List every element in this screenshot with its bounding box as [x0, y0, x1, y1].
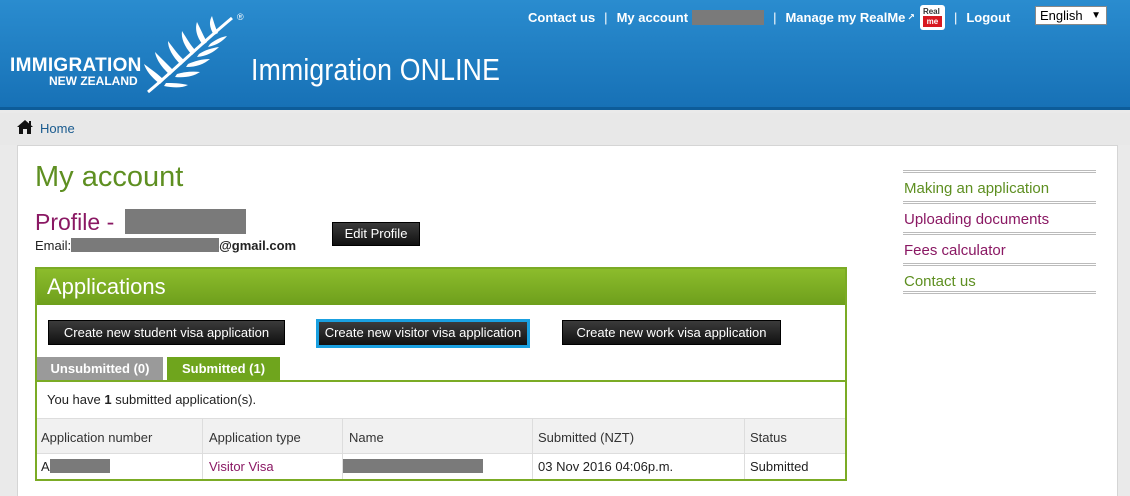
- registered-mark: ®: [237, 12, 244, 22]
- logout-link[interactable]: Logout: [966, 10, 1010, 25]
- redacted-profile-name: [124, 209, 246, 234]
- applicant-name: [343, 459, 483, 474]
- site-header: IMMIGRATION NEW ZEALAND ® Immigration ON…: [0, 0, 1130, 110]
- profile-heading: Profile -: [35, 209, 246, 236]
- tab-submitted[interactable]: Submitted (1): [167, 357, 280, 380]
- realme-logo-icon[interactable]: Real me: [919, 4, 945, 30]
- redacted-applicant-name: [343, 459, 483, 473]
- column-application-type: Application type: [209, 430, 301, 445]
- redacted-username: [692, 9, 765, 25]
- email-domain: @gmail.com: [219, 238, 297, 253]
- logo-new-zealand[interactable]: NEW ZEALAND: [49, 74, 138, 88]
- submitted-summary: You have 1 submitted application(s).: [47, 392, 257, 407]
- nav-separator: |: [953, 9, 958, 25]
- language-value: English: [1040, 8, 1083, 23]
- contact-us-link[interactable]: Contact us: [528, 10, 595, 25]
- silver-fern-icon: [144, 16, 233, 94]
- column-name: Name: [349, 430, 384, 445]
- column-submitted: Submitted (NZT): [538, 430, 635, 445]
- applications-heading: Applications: [37, 269, 845, 305]
- create-visitor-visa-button[interactable]: Create new visitor visa application: [316, 319, 530, 348]
- sidebar-item-contact-us[interactable]: Contact us: [903, 263, 1096, 294]
- submitted-count: 1: [104, 392, 112, 407]
- sidebar-item-uploading-documents[interactable]: Uploading documents: [903, 201, 1096, 232]
- home-icon[interactable]: [16, 119, 34, 135]
- chevron-down-icon: ▼: [1091, 10, 1101, 21]
- create-student-visa-button[interactable]: Create new student visa application: [48, 320, 285, 345]
- application-status: Submitted: [750, 459, 809, 474]
- breadcrumb-home-link[interactable]: Home: [40, 121, 75, 136]
- email-label: Email:: [35, 238, 72, 253]
- app-title: Immigration ONLINE: [251, 52, 501, 87]
- sidebar-links: Making an application Uploading document…: [903, 170, 1096, 294]
- applications-box: Applications Create new student visa app…: [35, 267, 847, 481]
- sidebar-item-fees-calculator[interactable]: Fees calculator: [903, 232, 1096, 263]
- top-nav: Contact us | My account | Manage my Real…: [528, 4, 1010, 30]
- sidebar-item-making-an-application[interactable]: Making an application: [903, 170, 1096, 201]
- tab-unsubmitted[interactable]: Unsubmitted (0): [37, 357, 163, 380]
- table-row[interactable]: A Visitor Visa 03 Nov 2016 04:06p.m. Sub…: [37, 454, 845, 479]
- applications-tabs: Unsubmitted (0) Submitted (1): [37, 357, 845, 382]
- table-header: Application number Application type Name…: [37, 418, 845, 454]
- column-application-number: Application number: [41, 430, 153, 445]
- application-number: A: [41, 459, 110, 474]
- manage-realme-link[interactable]: Manage my RealMe: [785, 10, 905, 25]
- language-select[interactable]: English ▼: [1035, 6, 1107, 25]
- profile-label: Profile -: [35, 209, 115, 235]
- breadcrumb: Home: [0, 113, 1130, 145]
- my-account-link[interactable]: My account: [617, 10, 689, 25]
- email-row: Email: @gmail.com: [35, 238, 296, 253]
- submitted-date: 03 Nov 2016 04:06p.m.: [538, 459, 674, 474]
- application-type-link[interactable]: Visitor Visa: [209, 459, 274, 474]
- edit-profile-button[interactable]: Edit Profile: [332, 222, 420, 246]
- column-status: Status: [750, 430, 787, 445]
- external-link-icon: ↗: [907, 11, 915, 22]
- create-work-visa-button[interactable]: Create new work visa application: [562, 320, 781, 345]
- redacted-email: [71, 238, 220, 252]
- redacted-application-number: [49, 459, 110, 473]
- page-title: My account: [35, 161, 184, 193]
- nav-separator: |: [773, 9, 777, 25]
- nav-separator: |: [604, 9, 608, 25]
